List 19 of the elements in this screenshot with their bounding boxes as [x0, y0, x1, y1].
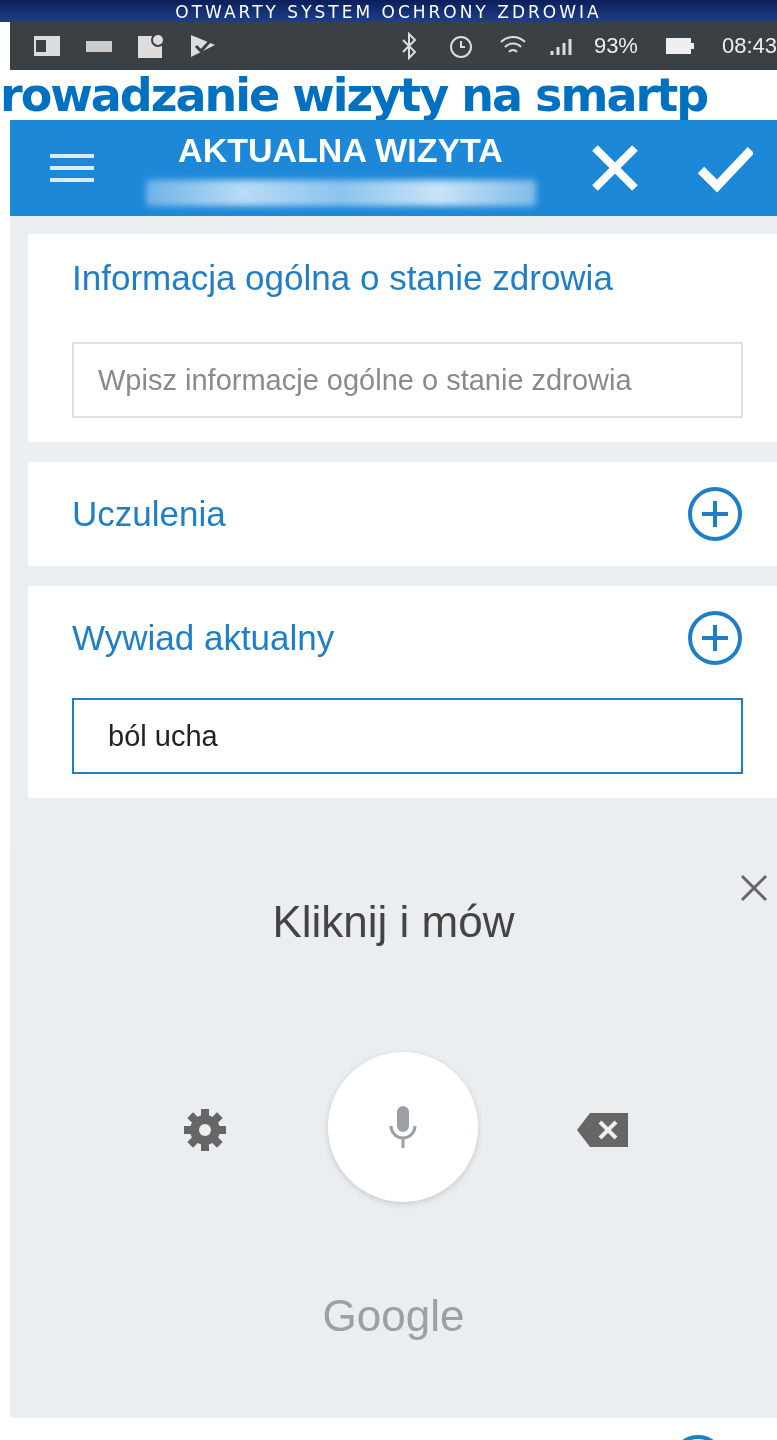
signal-icon — [549, 36, 572, 56]
clock: 08:43 — [721, 33, 777, 59]
input-field[interactable]: Wpisz informacje ogólne o stanie zdrowia — [72, 342, 743, 418]
settings-icon[interactable] — [182, 1107, 228, 1153]
section-title: Wywiad aktualny — [72, 618, 335, 658]
section-title: Informacja ogólna o stanie zdrowia — [72, 258, 613, 298]
section-title: Uczulenia — [72, 494, 226, 534]
input-field[interactable]: ból ucha — [72, 698, 743, 774]
google-wordmark: Google — [321, 1291, 466, 1341]
screen-title: AKTUALNA WIZYTA — [178, 130, 503, 170]
slide-banner: OTWARTY SYSTEM OCHRONY ZDROWIA — [0, 0, 777, 22]
backspace-icon[interactable] — [576, 1111, 630, 1149]
voice-prompt: Kliknij i mów — [271, 897, 516, 947]
add-icon[interactable] — [687, 610, 743, 666]
menu-icon[interactable] — [50, 153, 94, 183]
close-icon[interactable] — [739, 873, 769, 903]
add-icon[interactable] — [687, 486, 743, 542]
battery-percent: 93% — [593, 33, 638, 59]
microphone-icon — [388, 1104, 418, 1150]
